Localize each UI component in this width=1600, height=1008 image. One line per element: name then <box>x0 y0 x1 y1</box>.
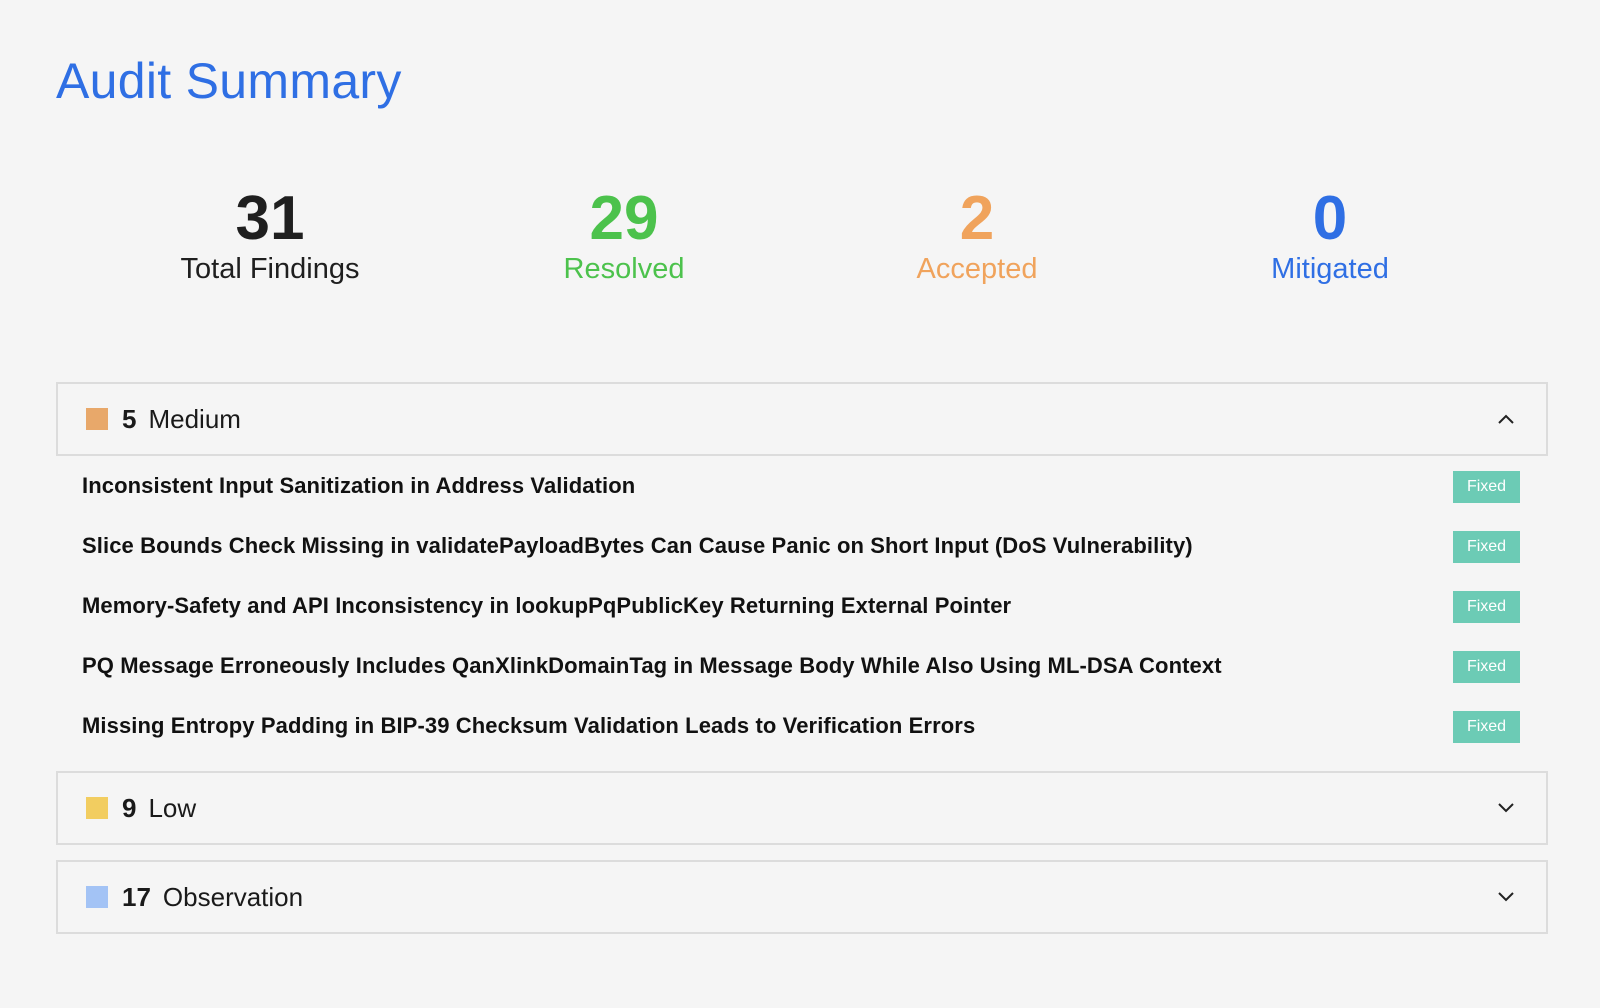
severity-low-swatch <box>86 797 108 819</box>
status-badge: Fixed <box>1453 711 1520 743</box>
status-badge: Fixed <box>1453 651 1520 683</box>
medium-findings-list: Inconsistent Input Sanitization in Addre… <box>56 456 1548 756</box>
section-name: Low <box>148 792 197 823</box>
finding-row[interactable]: Missing Entropy Padding in BIP-39 Checks… <box>56 696 1548 756</box>
stats-row: 31 Total Findings 29 Resolved 2 Accepted… <box>56 186 1548 296</box>
stat-total-label: Total Findings <box>180 253 360 285</box>
stat-mitigated: 0 Mitigated <box>1180 186 1480 286</box>
section-count: 9 <box>122 792 137 823</box>
section-count: 17 <box>122 881 151 912</box>
finding-row[interactable]: Inconsistent Input Sanitization in Addre… <box>56 456 1548 516</box>
section-header-low[interactable]: 9 Low <box>56 771 1548 845</box>
chevron-up-icon[interactable] <box>1496 409 1516 429</box>
finding-row[interactable]: PQ Message Erroneously Includes QanXlink… <box>56 636 1548 696</box>
severity-medium-swatch <box>86 408 108 430</box>
finding-row[interactable]: Slice Bounds Check Missing in validatePa… <box>56 516 1548 576</box>
status-badge: Fixed <box>1453 471 1520 503</box>
chevron-down-icon[interactable] <box>1496 887 1516 907</box>
section-header-medium[interactable]: 5 Medium <box>56 382 1548 456</box>
status-badge: Fixed <box>1453 531 1520 563</box>
page-title: Audit Summary <box>56 53 402 109</box>
severity-observation-swatch <box>86 886 108 908</box>
stat-mitigated-label: Mitigated <box>1271 253 1389 285</box>
section-name: Observation <box>162 881 304 912</box>
stat-resolved: 29 Resolved <box>474 186 774 286</box>
chevron-down-icon[interactable] <box>1496 798 1516 818</box>
finding-title: Memory-Safety and API Inconsistency in l… <box>82 593 1012 618</box>
stat-accepted-value: 2 <box>959 184 995 253</box>
stat-total-findings: 31 Total Findings <box>120 186 420 286</box>
stat-accepted-label: Accepted <box>916 253 1038 285</box>
finding-title: Missing Entropy Padding in BIP-39 Checks… <box>82 713 976 738</box>
stat-total-value: 31 <box>235 184 305 253</box>
audit-summary-page: Audit Summary 31 Total Findings 29 Resol… <box>0 0 1600 1008</box>
section-count: 5 <box>122 403 137 434</box>
finding-title: Slice Bounds Check Missing in validatePa… <box>82 533 1193 558</box>
finding-row[interactable]: Memory-Safety and API Inconsistency in l… <box>56 576 1548 636</box>
stat-resolved-value: 29 <box>589 184 659 253</box>
stat-mitigated-value: 0 <box>1312 184 1348 253</box>
status-badge: Fixed <box>1453 591 1520 623</box>
finding-title: PQ Message Erroneously Includes QanXlink… <box>82 653 1222 678</box>
section-header-observation[interactable]: 17 Observation <box>56 860 1548 934</box>
finding-title: Inconsistent Input Sanitization in Addre… <box>82 473 636 498</box>
section-name: Medium <box>148 403 241 434</box>
stat-accepted: 2 Accepted <box>827 186 1127 286</box>
stat-resolved-label: Resolved <box>563 253 685 285</box>
